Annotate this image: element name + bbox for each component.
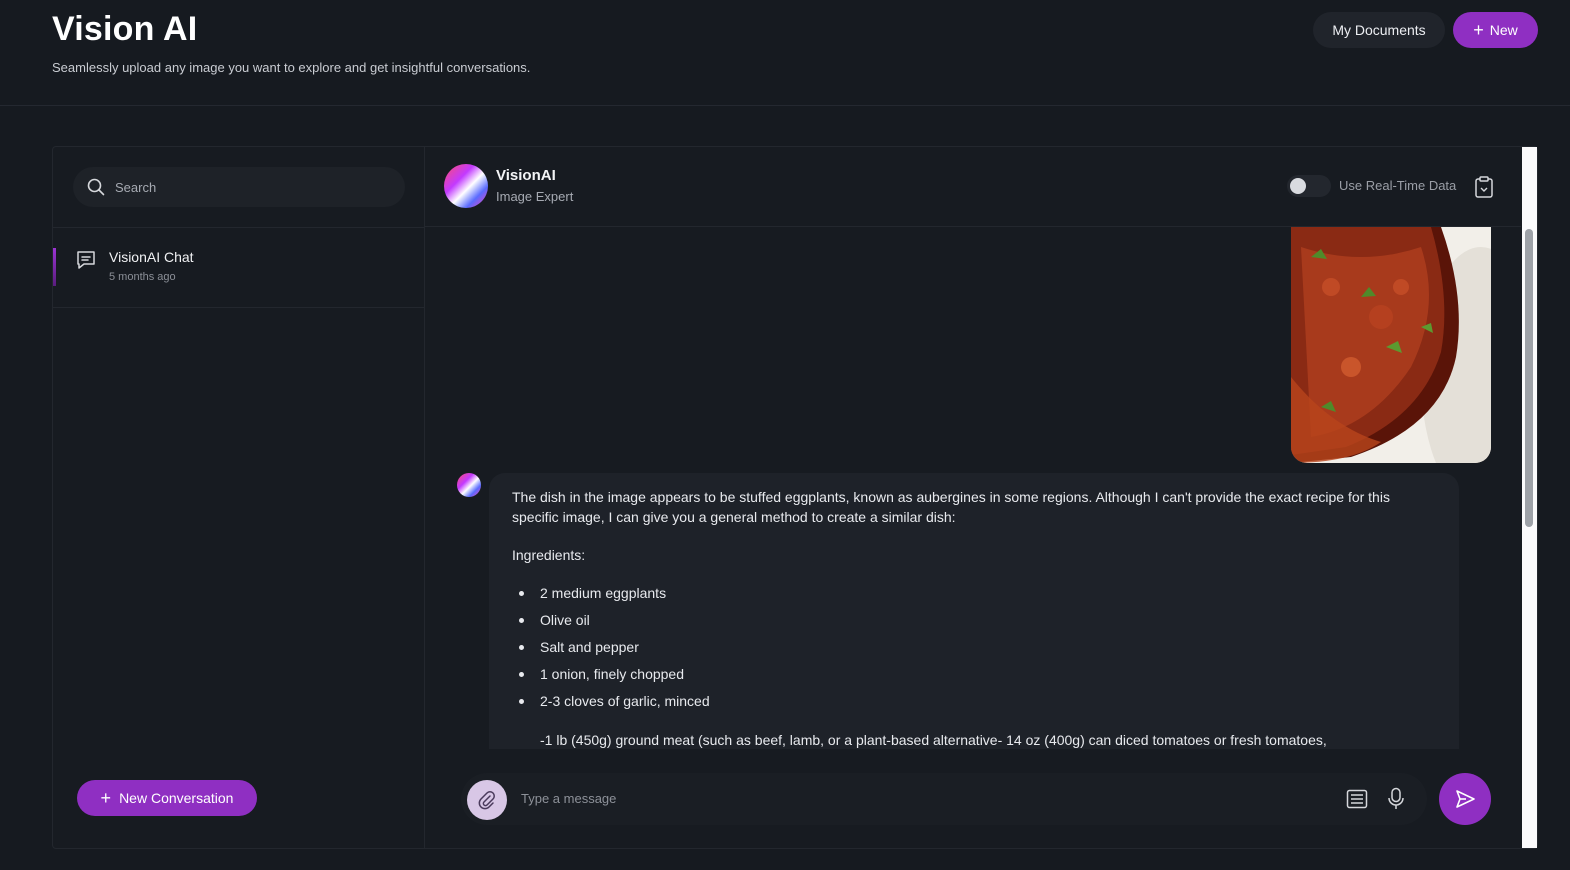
list-item: 2 medium eggplants bbox=[517, 583, 1437, 610]
realtime-toggle[interactable] bbox=[1287, 175, 1331, 197]
list-item: Salt and pepper bbox=[517, 637, 1437, 664]
chat-area: VisionAI Image Expert Use Real-Time Data bbox=[425, 147, 1521, 848]
list-item: 2-3 cloves of garlic, minced bbox=[517, 691, 1437, 718]
ingredients-heading: Ingredients: bbox=[512, 547, 586, 563]
bot-name: VisionAI bbox=[496, 167, 556, 184]
toggle-knob bbox=[1290, 178, 1306, 194]
conversation-sidebar: Search VisionAI Chat 5 months ago + New … bbox=[53, 147, 425, 848]
app-title: Vision AI bbox=[52, 10, 198, 48]
attach-button[interactable] bbox=[467, 780, 507, 820]
new-conversation-label: New Conversation bbox=[119, 790, 234, 806]
plus-icon: + bbox=[1473, 20, 1484, 40]
uploaded-food-image[interactable] bbox=[1291, 227, 1491, 463]
new-conversation-button[interactable]: + New Conversation bbox=[77, 780, 257, 816]
message-intro: The dish in the image appears to be stuf… bbox=[512, 489, 1390, 525]
active-indicator bbox=[53, 248, 56, 286]
app-subtitle: Seamlessly upload any image you want to … bbox=[52, 60, 531, 75]
search-icon bbox=[87, 178, 105, 196]
stuffed-eggplant-photo bbox=[1291, 227, 1491, 463]
bot-message-bubble: The dish in the image appears to be stuf… bbox=[489, 473, 1459, 749]
paperclip-icon bbox=[478, 791, 495, 810]
realtime-label: Use Real-Time Data bbox=[1339, 178, 1457, 193]
list-item: 1 onion, finely chopped bbox=[517, 664, 1437, 691]
message-continuation: -1 lb (450g) ground meat (such as beef, … bbox=[540, 732, 1327, 748]
send-button[interactable] bbox=[1439, 773, 1491, 825]
conversation-item[interactable]: VisionAI Chat 5 months ago bbox=[53, 228, 424, 308]
clipboard-icon[interactable] bbox=[1474, 176, 1494, 198]
my-documents-button[interactable]: My Documents bbox=[1313, 12, 1445, 48]
bot-avatar bbox=[444, 164, 488, 208]
list-item: Olive oil bbox=[517, 610, 1437, 637]
document-lines-icon[interactable] bbox=[1346, 789, 1368, 809]
new-button[interactable]: + New bbox=[1453, 12, 1538, 48]
search-input[interactable]: Search bbox=[73, 167, 405, 207]
app-header: Vision AI Seamlessly upload any image yo… bbox=[0, 0, 1570, 106]
new-button-label: New bbox=[1489, 22, 1518, 38]
search-placeholder: Search bbox=[115, 179, 157, 195]
message-composer: Type a message bbox=[461, 773, 1427, 825]
chat-header: VisionAI Image Expert Use Real-Time Data bbox=[425, 147, 1521, 227]
message-input[interactable]: Type a message bbox=[521, 791, 616, 806]
send-icon bbox=[1456, 790, 1475, 808]
plus-icon: + bbox=[100, 788, 112, 808]
bot-role: Image Expert bbox=[496, 189, 574, 204]
chat-bubble-icon bbox=[77, 251, 95, 269]
microphone-icon[interactable] bbox=[1387, 787, 1405, 811]
bot-message-avatar bbox=[457, 473, 481, 497]
scrollbar-thumb[interactable] bbox=[1525, 229, 1533, 527]
conversation-title: VisionAI Chat bbox=[109, 249, 194, 265]
main-panel: Search VisionAI Chat 5 months ago + New … bbox=[52, 146, 1538, 849]
conversation-time: 5 months ago bbox=[109, 271, 176, 283]
chat-scrollbar[interactable] bbox=[1522, 147, 1537, 848]
ingredients-list: 2 medium eggplants Olive oil Salt and pe… bbox=[517, 583, 1437, 718]
